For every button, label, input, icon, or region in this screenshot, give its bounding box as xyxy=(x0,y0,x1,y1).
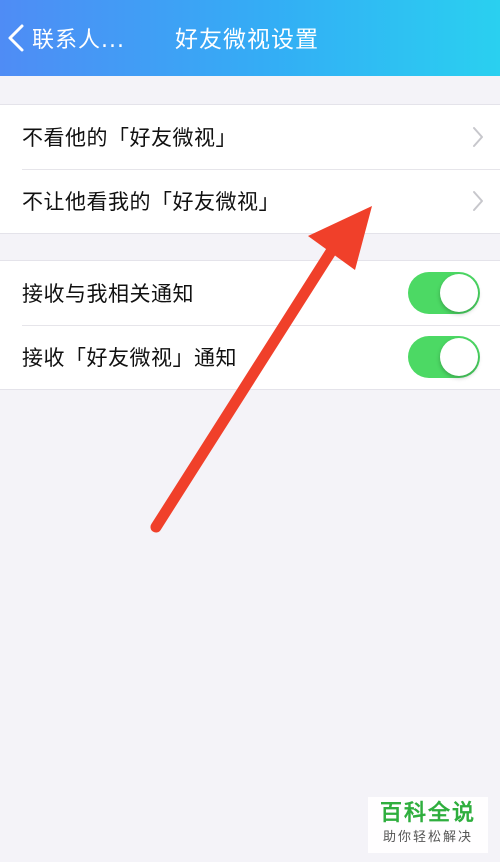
watermark-subtitle: 助你轻松解决 xyxy=(382,830,473,845)
setting-row-related-notifications: 接收与我相关通知 xyxy=(0,261,500,325)
page-title: 好友微视设置 xyxy=(175,27,319,53)
setting-label: 接收与我相关通知 xyxy=(22,282,194,306)
toggle-knob xyxy=(440,274,478,312)
chevron-right-icon xyxy=(473,191,483,211)
chevron-right-icon xyxy=(473,127,483,147)
setting-label: 不看他的「好友微视」 xyxy=(22,126,237,150)
chevron-left-icon xyxy=(8,24,24,52)
nav-bar: 联系人... 好友微视设置 xyxy=(0,0,500,76)
setting-row-block-him-viewing[interactable]: 不让他看我的「好友微视」 xyxy=(0,169,500,233)
watermark-logo: 百科全说 助你轻松解决 xyxy=(368,797,488,853)
related-notifications-toggle[interactable] xyxy=(408,272,480,314)
setting-row-hide-his-posts[interactable]: 不看他的「好友微视」 xyxy=(0,105,500,169)
watermark-title: 百科全说 xyxy=(379,801,476,826)
setting-row-weishi-notifications: 接收「好友微视」通知 xyxy=(0,325,500,389)
privacy-settings-group: 不看他的「好友微视」 不让他看我的「好友微视」 xyxy=(0,104,500,234)
weishi-notifications-toggle[interactable] xyxy=(408,336,480,378)
back-button[interactable]: 联系人... xyxy=(6,18,125,58)
notification-settings-group: 接收与我相关通知 接收「好友微视」通知 xyxy=(0,260,500,390)
setting-label: 接收「好友微视」通知 xyxy=(22,346,237,370)
back-label: 联系人... xyxy=(32,28,125,53)
toggle-knob xyxy=(440,338,478,376)
setting-label: 不让他看我的「好友微视」 xyxy=(22,190,280,214)
